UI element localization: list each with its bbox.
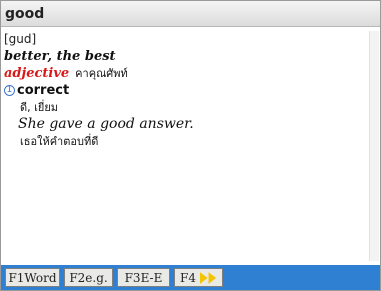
- part-of-speech: adjective: [4, 66, 70, 81]
- sense-row: 1 correct: [4, 82, 368, 99]
- entry-content: [gud] better, the best adjective คาคุณศั…: [1, 31, 368, 263]
- f1-label: F1Word: [8, 270, 57, 285]
- dictionary-screen: good [gud] better, the best adjective คา…: [0, 0, 381, 291]
- f2-example-button[interactable]: F2e.g.: [64, 268, 113, 287]
- f4-next-button[interactable]: F4: [174, 268, 223, 287]
- f2-label: F2e.g.: [69, 270, 108, 285]
- pronunciation: [gud]: [4, 32, 37, 46]
- f1-word-button[interactable]: F1Word: [5, 268, 60, 287]
- double-arrow-right-icon: [199, 271, 217, 284]
- function-key-bar: F1Word F2e.g. F3E-E F4: [1, 265, 380, 290]
- part-of-speech-translation: คาคุณศัพท์: [75, 67, 128, 80]
- scrollbar[interactable]: [369, 31, 379, 261]
- f4-label: F4: [180, 270, 196, 285]
- sense-number-icon: 1: [4, 85, 15, 96]
- headword-title: good: [5, 5, 45, 22]
- sense-word: correct: [17, 83, 70, 98]
- word-forms: better, the best: [4, 49, 116, 64]
- example-sentence: She gave a good answer.: [18, 116, 194, 132]
- f3-english-english-button[interactable]: F3E-E: [117, 268, 170, 287]
- example-translation: เธอให้คำตอบที่ดี: [20, 135, 99, 148]
- sense-translation: ดี, เยี่ยม: [20, 101, 59, 114]
- search-header: good: [1, 1, 380, 27]
- f3-label: F3E-E: [124, 270, 163, 285]
- part-of-speech-row: adjective คาคุณศัพท์: [4, 65, 368, 82]
